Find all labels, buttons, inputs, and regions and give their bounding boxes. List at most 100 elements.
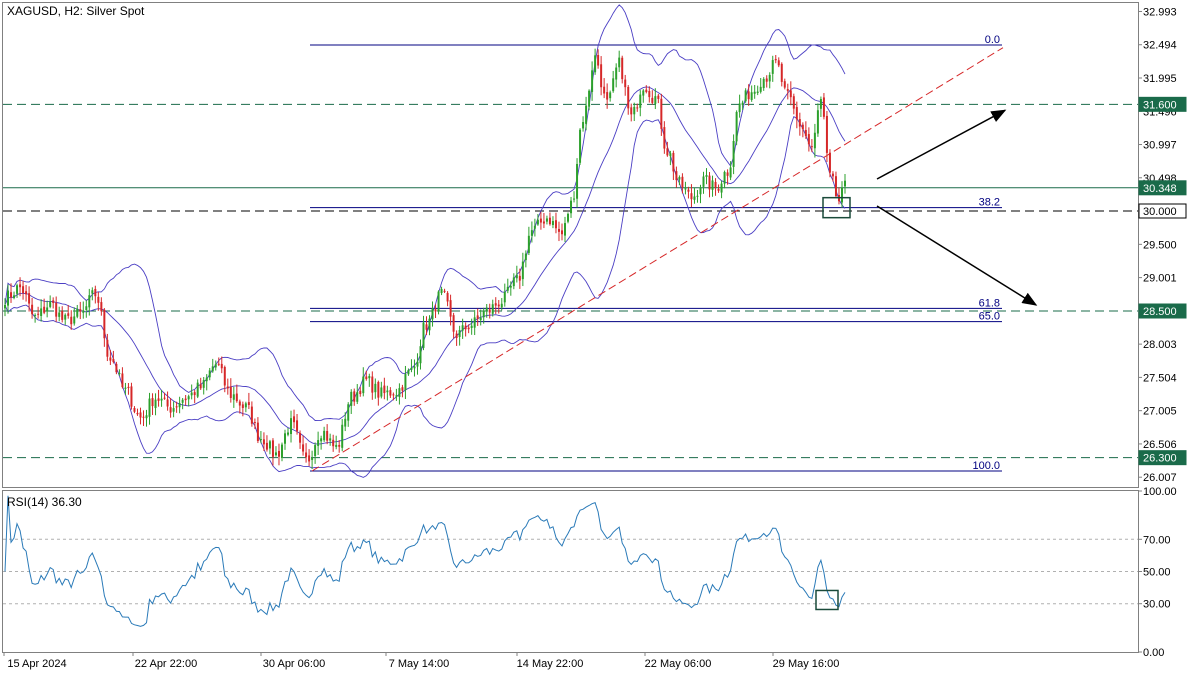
candle-body bbox=[112, 358, 115, 362]
candle-body bbox=[365, 376, 368, 379]
candle-body bbox=[323, 430, 326, 441]
candle-body bbox=[314, 445, 317, 456]
candle-body bbox=[395, 395, 398, 397]
candle-body bbox=[332, 439, 335, 447]
candle-body bbox=[235, 393, 238, 402]
candle-body bbox=[500, 303, 503, 308]
candle-body bbox=[548, 217, 551, 225]
candle-body bbox=[305, 452, 308, 458]
price-tick-label: 27.504 bbox=[1143, 372, 1177, 384]
candle-body bbox=[374, 383, 377, 393]
candle-body bbox=[488, 309, 491, 313]
candle-body bbox=[615, 67, 618, 80]
candle-body bbox=[31, 304, 34, 315]
candle-body bbox=[181, 399, 184, 403]
price-axis: 32.99332.49431.99531.49630.99730.49830.0… bbox=[1138, 6, 1187, 484]
candle-body bbox=[205, 377, 208, 382]
candle-body bbox=[25, 291, 28, 295]
candle-body bbox=[190, 392, 193, 396]
candle-body bbox=[4, 304, 6, 309]
candle-body bbox=[196, 382, 199, 397]
candle-body bbox=[226, 386, 229, 389]
candle-body bbox=[55, 302, 58, 317]
candle-body bbox=[675, 171, 678, 181]
candle-body bbox=[452, 315, 455, 332]
candle-body bbox=[347, 404, 350, 421]
candle-body bbox=[657, 95, 660, 99]
candle-body bbox=[792, 96, 795, 109]
candle bbox=[744, 88, 747, 103]
candle-body bbox=[603, 86, 606, 94]
candle-body bbox=[425, 324, 428, 330]
candle-body bbox=[187, 396, 190, 400]
candle-body bbox=[88, 295, 91, 308]
candle-body bbox=[473, 317, 476, 328]
price-level-badge-label-0: 31.600 bbox=[1143, 99, 1177, 111]
candle-body bbox=[250, 406, 253, 424]
candle-body bbox=[666, 148, 669, 156]
candle-body bbox=[274, 452, 277, 456]
candle-body bbox=[13, 295, 16, 298]
candle-body bbox=[627, 87, 630, 109]
candle-body bbox=[290, 418, 293, 435]
candle-body bbox=[828, 152, 831, 173]
candle-body bbox=[669, 153, 672, 157]
candle-body bbox=[40, 308, 43, 316]
candle-body bbox=[648, 90, 651, 98]
candle-body bbox=[302, 444, 305, 452]
candle-body bbox=[368, 376, 371, 379]
candle-body bbox=[714, 181, 717, 188]
candle-body bbox=[609, 92, 612, 99]
candle-body bbox=[350, 391, 353, 406]
candle-body bbox=[362, 376, 365, 394]
candle-body bbox=[344, 418, 347, 427]
time-axis: 15 Apr 2024 22 Apr 22:00 30 Apr 06:00 7 May… bbox=[3, 652, 839, 670]
candle-body bbox=[133, 407, 136, 412]
candle-body bbox=[771, 60, 774, 74]
candle-body bbox=[121, 373, 124, 387]
candle-body bbox=[247, 402, 250, 405]
candle-body bbox=[509, 285, 512, 288]
candle-body bbox=[124, 387, 127, 389]
candle-body bbox=[654, 96, 657, 104]
candle-body bbox=[193, 392, 196, 396]
fib-level-label-2: 61.8 bbox=[979, 297, 1000, 309]
candle-body bbox=[76, 308, 79, 317]
candle-body bbox=[136, 412, 139, 415]
candle-body bbox=[807, 134, 810, 145]
candle-body bbox=[262, 439, 265, 445]
candle-body bbox=[10, 292, 13, 298]
candle-body bbox=[783, 81, 786, 88]
candle-body bbox=[588, 90, 591, 107]
candle-body bbox=[497, 304, 500, 307]
candle-body bbox=[437, 291, 440, 311]
candle-body bbox=[253, 422, 256, 424]
candle-body bbox=[570, 200, 573, 214]
candle-body bbox=[687, 189, 690, 192]
candle-body bbox=[7, 290, 10, 306]
candle-body bbox=[672, 152, 675, 172]
candle-body bbox=[702, 176, 705, 187]
candle-body bbox=[64, 314, 67, 320]
candle-body bbox=[404, 373, 407, 391]
candle-body bbox=[780, 63, 783, 82]
fib-level-label-4: 100.0 bbox=[972, 460, 1000, 472]
candle-body bbox=[485, 307, 488, 311]
candle-body bbox=[834, 176, 837, 197]
candle-body bbox=[762, 78, 765, 89]
price-tick-label: 30.997 bbox=[1143, 140, 1177, 152]
candle-body bbox=[533, 225, 536, 229]
time-tick-label: 22 May 06:00 bbox=[645, 658, 712, 670]
candle-body bbox=[822, 97, 825, 117]
candle-body bbox=[618, 57, 621, 68]
candle-body bbox=[241, 404, 244, 408]
price-tick-label: 29.001 bbox=[1143, 273, 1177, 285]
candle-body bbox=[148, 398, 151, 417]
candle-body bbox=[579, 129, 582, 163]
candle-body bbox=[518, 275, 521, 281]
chart-title: XAGUSD, H2: Silver Spot bbox=[7, 4, 145, 18]
candle-body bbox=[551, 221, 554, 226]
candle-body bbox=[844, 180, 846, 187]
candle-body bbox=[202, 380, 205, 388]
candle-body bbox=[232, 394, 235, 400]
